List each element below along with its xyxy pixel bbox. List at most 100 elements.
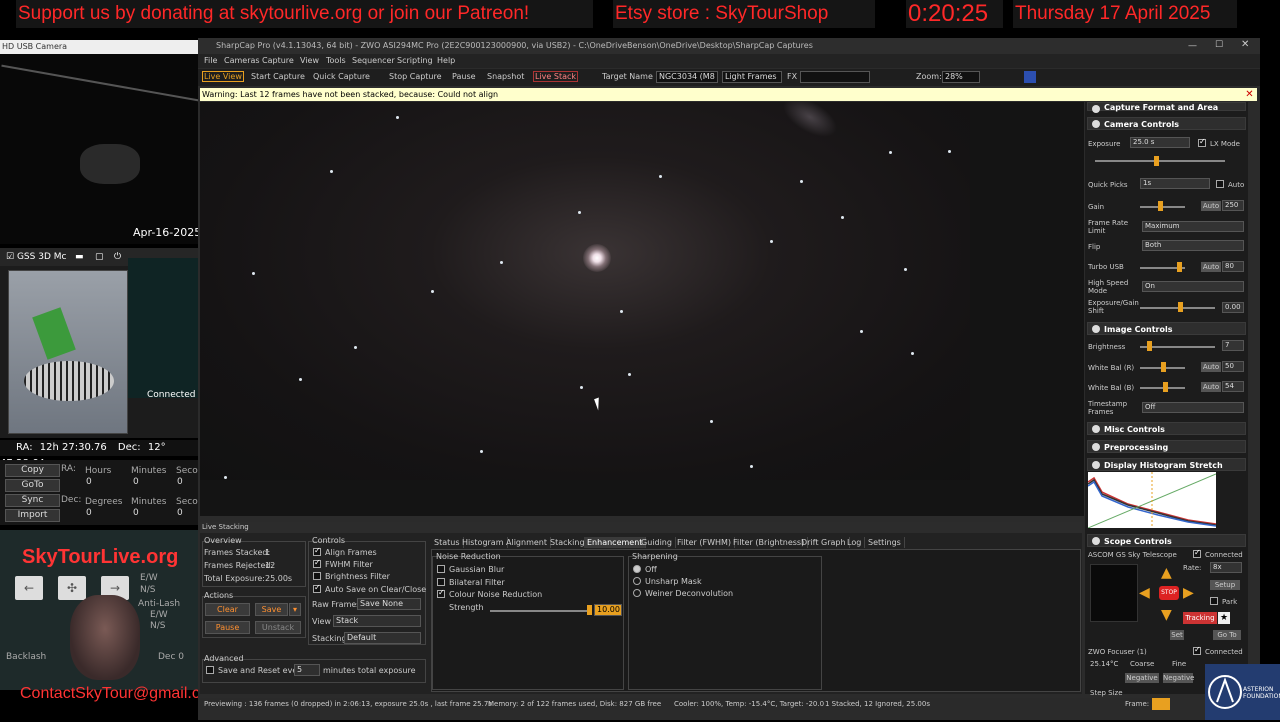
- toolbar-settings-icon[interactable]: [1024, 71, 1036, 83]
- wb-blue-field[interactable]: 54: [1222, 381, 1244, 392]
- wb-blue-auto-button[interactable]: Auto: [1201, 382, 1221, 392]
- misc-controls-header[interactable]: Misc Controls: [1087, 422, 1246, 435]
- scope-controls-header[interactable]: Scope Controls: [1087, 534, 1246, 547]
- menu-file[interactable]: File: [204, 56, 217, 65]
- tab-guiding[interactable]: Guiding: [638, 537, 676, 548]
- lx-mode-checkbox[interactable]: [1198, 137, 1206, 147]
- dec-seconds-field[interactable]: 0: [177, 508, 183, 518]
- quick-capture-button[interactable]: Quick Capture: [313, 72, 370, 81]
- tab-filter-fwhm[interactable]: Filter (FWHM): [674, 537, 736, 548]
- live-view-button[interactable]: Live View: [202, 71, 244, 82]
- weiner-radio[interactable]: [633, 589, 641, 597]
- fx-select[interactable]: [800, 71, 870, 83]
- sync-button[interactable]: Sync: [5, 494, 60, 507]
- save-reset-field[interactable]: 5: [294, 664, 320, 676]
- tab-alignment[interactable]: Alignment: [503, 537, 551, 548]
- pause-stack-button[interactable]: Pause: [205, 621, 250, 634]
- start-capture-button[interactable]: Start Capture: [251, 72, 305, 81]
- ra-minutes-field[interactable]: 0: [133, 477, 139, 487]
- raw-frames-select[interactable]: Save None: [357, 598, 421, 610]
- wb-red-field[interactable]: 50: [1222, 361, 1244, 372]
- tab-histogram[interactable]: Histogram: [459, 537, 508, 548]
- dec-minutes-field[interactable]: 0: [133, 508, 139, 518]
- strength-field[interactable]: 10.00: [594, 604, 622, 616]
- target-name-field[interactable]: NGC3034 (M8: [656, 71, 718, 83]
- scope-goto-button[interactable]: Go To: [1213, 630, 1241, 640]
- coarse-negative-button[interactable]: Negative: [1125, 673, 1159, 683]
- east-arrow-icon[interactable]: ▶: [1183, 585, 1194, 601]
- setup-button[interactable]: Setup: [1210, 580, 1240, 590]
- brightness-filter-checkbox[interactable]: [313, 572, 321, 580]
- strength-slider-thumb[interactable]: [587, 605, 592, 615]
- menu-capture[interactable]: Capture: [262, 56, 294, 65]
- exposure-slider[interactable]: [1095, 160, 1225, 162]
- tab-stacking[interactable]: Stacking: [547, 537, 589, 548]
- exp-gain-shift-field[interactable]: 0.00: [1222, 302, 1244, 313]
- turbo-auto-button[interactable]: Auto: [1201, 262, 1221, 272]
- brightness-field[interactable]: 7: [1222, 340, 1244, 351]
- exposure-auto-checkbox[interactable]: [1216, 180, 1224, 188]
- preprocessing-header[interactable]: Preprocessing: [1087, 440, 1246, 453]
- auto-save-checkbox[interactable]: [313, 583, 321, 593]
- scope-connected-checkbox[interactable]: [1193, 548, 1201, 558]
- timestamp-select[interactable]: Off: [1142, 402, 1244, 413]
- unstack-button[interactable]: Unstack: [255, 621, 301, 634]
- west-arrow-button[interactable]: ←: [15, 576, 43, 600]
- camera-controls-header[interactable]: Camera Controls: [1087, 117, 1246, 130]
- menu-help[interactable]: Help: [437, 56, 455, 65]
- window-minimize-icon[interactable]: —: [1188, 41, 1197, 51]
- save-button[interactable]: Save: [255, 603, 288, 616]
- exp-gain-shift-thumb[interactable]: [1178, 302, 1183, 312]
- zoom-select[interactable]: 28%: [942, 71, 980, 83]
- star-icon[interactable]: ★: [1218, 612, 1230, 624]
- menu-cameras[interactable]: Cameras: [224, 56, 260, 65]
- image-controls-header[interactable]: Image Controls: [1087, 322, 1246, 335]
- tab-drift-graph[interactable]: Drift Graph: [798, 537, 850, 548]
- gaussian-checkbox[interactable]: [437, 565, 445, 573]
- tracking-button[interactable]: Tracking: [1183, 612, 1217, 624]
- exposure-field[interactable]: 25.0 s: [1130, 137, 1190, 148]
- bilateral-checkbox[interactable]: [437, 578, 445, 586]
- dec-degrees-field[interactable]: 0: [86, 508, 92, 518]
- snapshot-button[interactable]: Snapshot: [487, 72, 524, 81]
- menu-sequencer[interactable]: Sequencer: [352, 56, 395, 65]
- histogram-display[interactable]: [1088, 472, 1216, 528]
- tab-filter-brightness[interactable]: Filter (Brightness): [730, 537, 809, 548]
- brightness-thumb[interactable]: [1147, 341, 1152, 351]
- menu-tools[interactable]: Tools: [326, 56, 346, 65]
- stop-capture-button[interactable]: Stop Capture: [389, 72, 442, 81]
- minimize-icon[interactable]: ▬: [75, 248, 84, 266]
- frame-rate-select[interactable]: Maximum: [1142, 221, 1244, 232]
- power-icon[interactable]: ⏻: [114, 248, 121, 266]
- turbo-field[interactable]: 80: [1222, 261, 1244, 272]
- live-stack-button[interactable]: Live Stack: [533, 71, 579, 82]
- fine-negative-button[interactable]: Negative: [1163, 673, 1194, 683]
- ra-seconds-field[interactable]: 0: [177, 477, 183, 487]
- save-dropdown-icon[interactable]: ▾: [289, 603, 301, 616]
- copy-button[interactable]: Copy: [5, 464, 60, 477]
- gain-auto-button[interactable]: Auto: [1201, 201, 1221, 211]
- capture-format-header[interactable]: Capture Format and Area: [1087, 102, 1246, 113]
- south-arrow-icon[interactable]: ▼: [1161, 607, 1172, 623]
- window-maximize-icon[interactable]: ☐: [1215, 40, 1223, 50]
- strength-slider[interactable]: [490, 610, 590, 612]
- center-button[interactable]: ✣: [58, 576, 86, 600]
- colour-noise-checkbox[interactable]: [437, 588, 445, 598]
- menu-scripting[interactable]: Scripting: [397, 56, 433, 65]
- wb-blue-thumb[interactable]: [1163, 382, 1168, 392]
- live-image-view[interactable]: [200, 102, 970, 480]
- align-frames-checkbox[interactable]: [313, 546, 321, 556]
- menu-view[interactable]: View: [300, 56, 319, 65]
- maximize-icon[interactable]: ▢: [95, 248, 104, 266]
- park-checkbox[interactable]: [1210, 597, 1218, 605]
- set-button[interactable]: Set: [1170, 630, 1184, 640]
- wb-red-auto-button[interactable]: Auto: [1201, 362, 1221, 372]
- save-reset-checkbox[interactable]: [206, 666, 214, 674]
- flip-select[interactable]: Both: [1142, 240, 1244, 251]
- warning-close-icon[interactable]: ✕: [1243, 88, 1256, 101]
- window-close-icon[interactable]: ✕: [1241, 39, 1249, 50]
- sharpening-off-radio[interactable]: [633, 565, 641, 573]
- frame-type-select[interactable]: Light Frames: [722, 71, 782, 83]
- goto-button[interactable]: GoTo: [5, 479, 60, 492]
- wb-red-thumb[interactable]: [1161, 362, 1166, 372]
